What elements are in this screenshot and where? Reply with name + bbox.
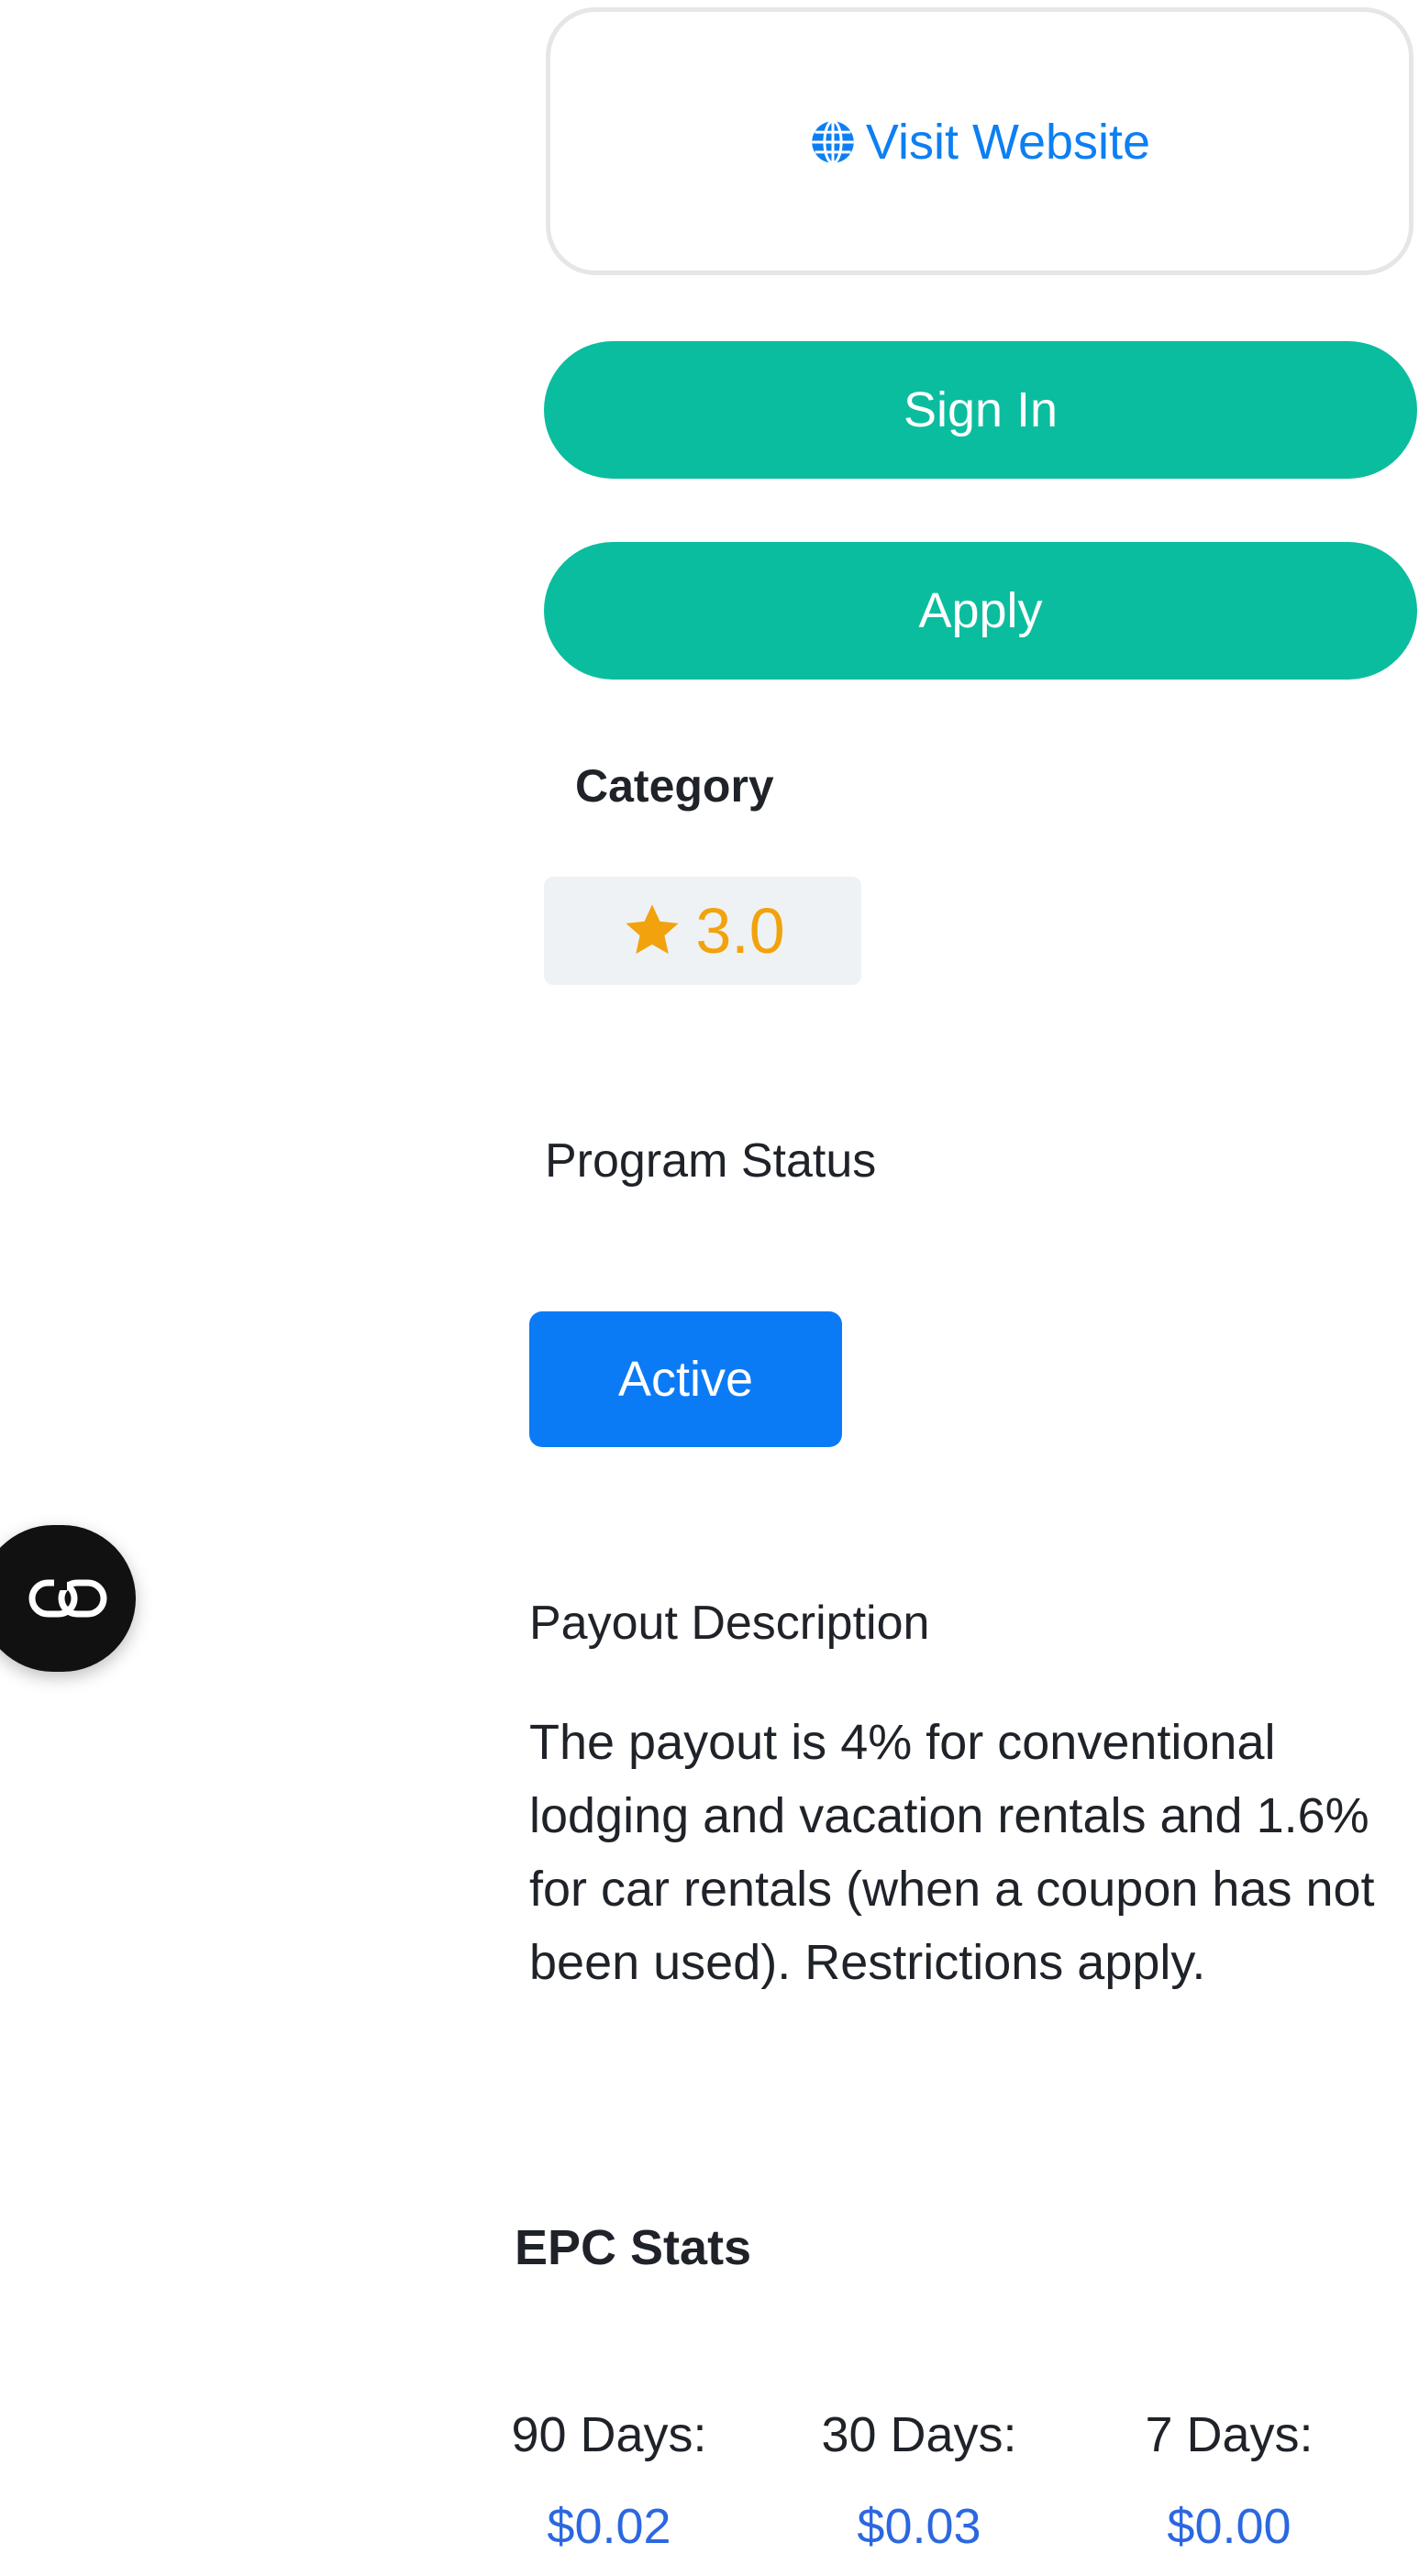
rating-badge: 3.0 bbox=[544, 877, 861, 985]
epc-stats-heading: EPC Stats bbox=[515, 2220, 752, 2275]
floating-link-button[interactable] bbox=[0, 1525, 136, 1672]
epc-stat-90-days: 90 Days: $0.02 bbox=[471, 2403, 747, 2559]
visit-website-link[interactable]: Visit Website bbox=[809, 114, 1150, 171]
epc-value: $0.00 bbox=[1167, 2499, 1292, 2554]
epc-stat-30-days: 30 Days: $0.03 bbox=[782, 2403, 1057, 2559]
category-heading: Category bbox=[575, 760, 774, 812]
apply-button[interactable]: Apply bbox=[544, 542, 1417, 680]
epc-stat-7-days: 7 Days: $0.00 bbox=[1092, 2403, 1367, 2559]
globe-icon bbox=[809, 118, 857, 166]
visit-website-card: Visit Website bbox=[546, 7, 1413, 275]
epc-value: $0.03 bbox=[857, 2499, 981, 2554]
epc-label: 90 Days: bbox=[511, 2407, 707, 2462]
payout-description-heading: Payout Description bbox=[529, 1597, 930, 1650]
rating-value: 3.0 bbox=[695, 895, 785, 967]
sign-in-button[interactable]: Sign In bbox=[544, 341, 1417, 479]
star-icon bbox=[620, 899, 684, 963]
status-active-button[interactable]: Active bbox=[529, 1311, 842, 1447]
payout-description-text: The payout is 4% for conventional lodgin… bbox=[529, 1715, 1375, 1990]
epc-label: 7 Days: bbox=[1145, 2407, 1314, 2462]
epc-value: $0.02 bbox=[547, 2499, 671, 2554]
epc-label: 30 Days: bbox=[821, 2407, 1017, 2462]
visit-website-label: Visit Website bbox=[865, 115, 1151, 170]
link-icon bbox=[6, 1575, 109, 1621]
program-status-heading: Program Status bbox=[545, 1134, 877, 1188]
